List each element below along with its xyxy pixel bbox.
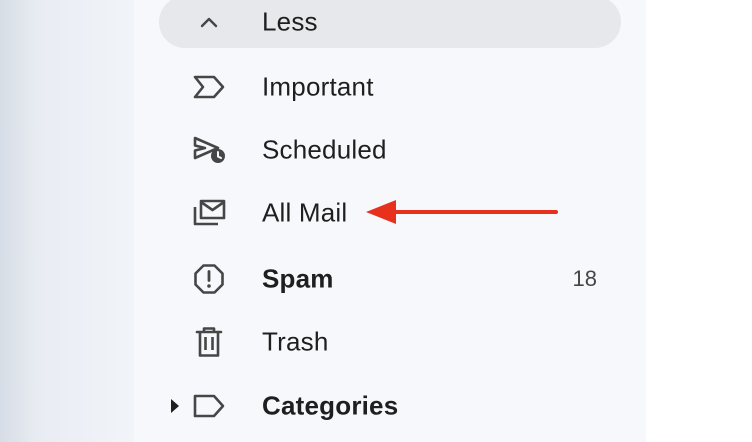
trash-icon — [191, 324, 227, 360]
left-panel-edge — [0, 0, 134, 442]
expand-caret-icon[interactable] — [169, 397, 181, 415]
sidebar-item-label: Trash — [262, 326, 329, 357]
sidebar-item-spam[interactable]: Spam 18 — [159, 253, 621, 305]
sidebar-item-label: Scheduled — [262, 134, 387, 165]
sidebar-item-label: Important — [262, 71, 374, 102]
unread-count: 18 — [572, 266, 597, 291]
scheduled-send-icon — [191, 132, 227, 168]
label-icon — [191, 388, 227, 424]
spam-report-icon — [191, 261, 227, 297]
sidebar-item-scheduled[interactable]: Scheduled — [159, 124, 621, 176]
important-label-icon — [191, 69, 227, 105]
sidebar-item-label: Categories — [262, 390, 399, 421]
sidebar-item-less[interactable]: Less — [159, 0, 621, 48]
chevron-up-icon — [191, 4, 227, 40]
sidebar-item-label: Less — [262, 6, 318, 37]
sidebar-item-categories[interactable]: Categories — [159, 380, 621, 432]
annotation-arrow — [366, 200, 558, 224]
sidebar-item-label: All Mail — [262, 197, 348, 228]
all-mail-icon — [191, 195, 227, 231]
sidebar-item-important[interactable]: Important — [159, 61, 621, 113]
sidebar-item-trash[interactable]: Trash — [159, 316, 621, 368]
gmail-sidebar-screenshot: Less Important Scheduled All Mail Spam 1… — [0, 0, 752, 442]
sidebar-item-label: Spam — [262, 263, 334, 294]
